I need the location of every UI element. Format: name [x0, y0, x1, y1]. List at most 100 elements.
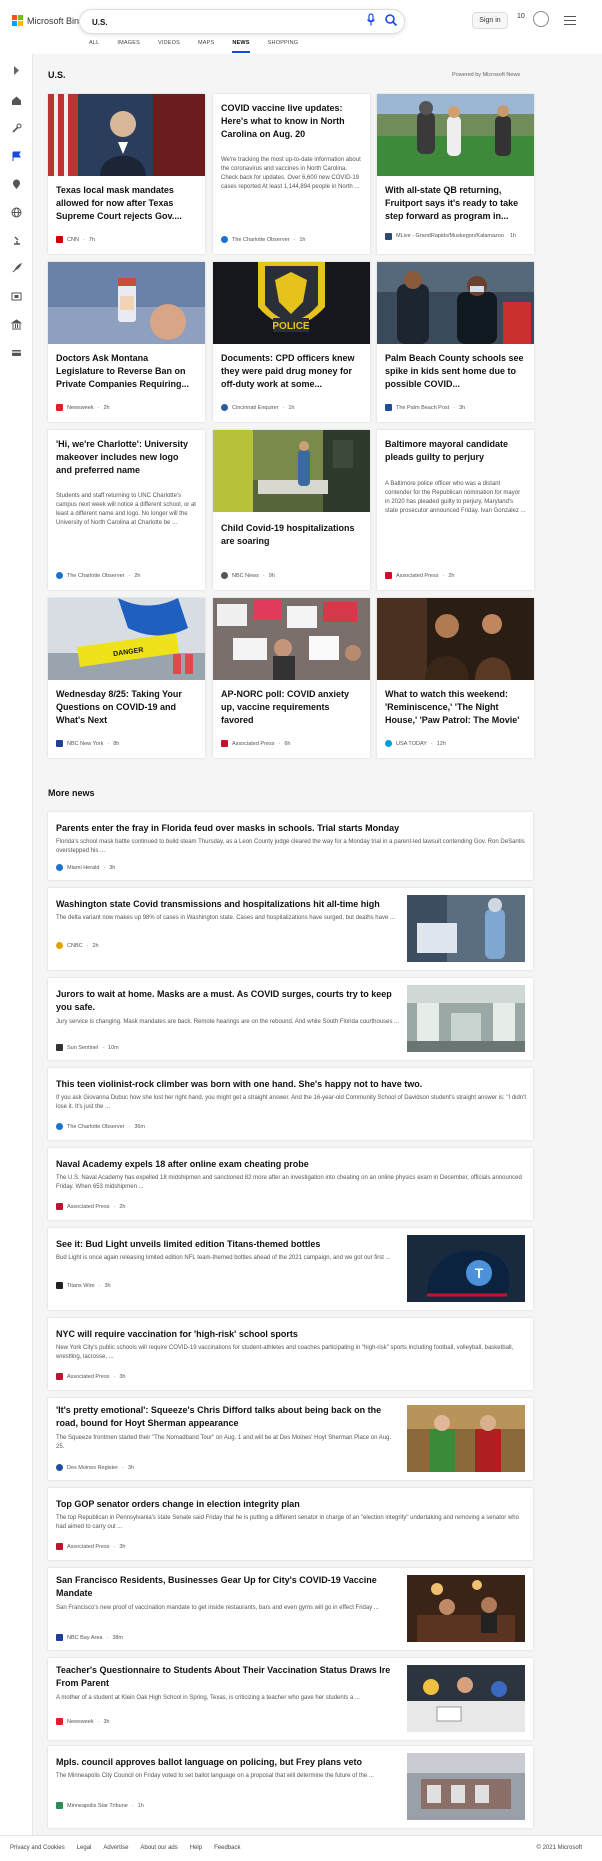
hamburger-menu-icon[interactable]: [564, 16, 576, 25]
news-card[interactable]: With all-state QB returning, Fruitport s…: [377, 94, 534, 254]
news-card[interactable]: Doctors Ask Montana Legislature to Rever…: [48, 262, 205, 422]
news-source[interactable]: Miami Herald · 3h: [56, 864, 115, 871]
tab-shopping[interactable]: SHOPPING: [268, 38, 299, 53]
card-title[interactable]: Wednesday 8/25: Taking Your Questions on…: [56, 688, 197, 728]
news-list-item[interactable]: Mpls. council approves ballot language o…: [48, 1746, 533, 1828]
expand-rail-icon[interactable]: [10, 64, 23, 77]
card-title[interactable]: 'Hi, we're Charlotte': University makeov…: [56, 438, 197, 490]
microphone-icon[interactable]: [366, 13, 376, 27]
news-title[interactable]: Naval Academy expels 18 after online exa…: [56, 1158, 526, 1171]
news-list-item[interactable]: San Francisco Residents, Businesses Gear…: [48, 1568, 533, 1650]
news-source[interactable]: Associated Press · 2h: [56, 1203, 125, 1210]
card-source[interactable]: Associated Press · 2h: [385, 572, 454, 579]
tab-all[interactable]: ALL: [89, 38, 99, 53]
news-list-item[interactable]: 'It's pretty emotional': Squeeze's Chris…: [48, 1398, 533, 1480]
footer-link-advertise[interactable]: Advertise: [103, 1845, 128, 1851]
footer-link-feedback[interactable]: Feedback: [214, 1845, 240, 1851]
footer-link-help[interactable]: Help: [190, 1845, 202, 1851]
sign-in-button[interactable]: Sign in: [472, 12, 508, 29]
news-title[interactable]: 'It's pretty emotional': Squeeze's Chris…: [56, 1404, 401, 1430]
tab-images[interactable]: IMAGES: [117, 38, 140, 53]
news-card[interactable]: Child Covid-19 hospitalizations are soar…: [213, 430, 370, 590]
film-icon[interactable]: [10, 290, 23, 303]
tab-news[interactable]: NEWS: [232, 38, 250, 53]
news-title[interactable]: Teacher's Questionnaire to Students Abou…: [56, 1664, 401, 1690]
news-card[interactable]: Palm Beach County schools see spike in k…: [377, 262, 534, 422]
search-box[interactable]: [79, 9, 405, 34]
news-list-item[interactable]: Washington state Covid transmissions and…: [48, 888, 533, 970]
news-source[interactable]: Titans Wire · 3h: [56, 1282, 111, 1289]
card-source[interactable]: Newsweek · 2h: [56, 404, 110, 411]
card-title[interactable]: Palm Beach County schools see spike in k…: [385, 352, 526, 392]
tab-videos[interactable]: VIDEOS: [158, 38, 180, 53]
bing-logo[interactable]: Microsoft Bing: [12, 15, 84, 26]
bank-icon[interactable]: [10, 318, 23, 331]
card-title[interactable]: COVID vaccine live updates: Here's what …: [221, 102, 362, 154]
rewards-trophy-icon[interactable]: [533, 11, 549, 27]
news-title[interactable]: See it: Bud Light unveils limited editio…: [56, 1238, 401, 1251]
news-title[interactable]: Jurors to wait at home. Masks are a must…: [56, 988, 401, 1014]
news-list-item[interactable]: This teen violinist-rock climber was bor…: [48, 1068, 533, 1140]
news-list-item[interactable]: NYC will require vaccination for 'high-r…: [48, 1318, 533, 1390]
card-title[interactable]: AP-NORC poll: COVID anxiety up, vaccine …: [221, 688, 362, 728]
news-title[interactable]: This teen violinist-rock climber was bor…: [56, 1078, 526, 1091]
wallet-icon[interactable]: [10, 346, 23, 359]
news-title[interactable]: NYC will require vaccination for 'high-r…: [56, 1328, 526, 1341]
news-source[interactable]: NBC Bay Area · 38m: [56, 1634, 123, 1641]
footer-link-legal[interactable]: Legal: [77, 1845, 92, 1851]
card-source[interactable]: NBC New York · 8h: [56, 740, 119, 747]
news-card[interactable]: What to watch this weekend: 'Reminiscenc…: [377, 598, 534, 758]
news-title[interactable]: San Francisco Residents, Businesses Gear…: [56, 1574, 401, 1600]
news-title[interactable]: Mpls. council approves ballot language o…: [56, 1756, 401, 1769]
card-source[interactable]: The Charlotte Observer · 2h: [56, 572, 140, 579]
footer-link-privacy[interactable]: Privacy and Cookies: [10, 1845, 65, 1851]
news-card[interactable]: AP-NORC poll: COVID anxiety up, vaccine …: [213, 598, 370, 758]
card-source[interactable]: NBC News · 9h: [221, 572, 275, 579]
home-icon[interactable]: [10, 94, 23, 107]
news-card[interactable]: DANGER Wednesday 8/25: Taking Your Quest…: [48, 598, 205, 758]
card-title[interactable]: What to watch this weekend: 'Reminiscenc…: [385, 688, 526, 728]
globe-icon[interactable]: [10, 206, 23, 219]
news-list-item[interactable]: Parents enter the fray in Florida feud o…: [48, 812, 533, 880]
news-source[interactable]: Minneapolis Star Tribune · 1h: [56, 1802, 144, 1809]
search-input[interactable]: [92, 15, 342, 29]
rocket-icon[interactable]: [10, 262, 23, 275]
news-source[interactable]: Associated Press · 3h: [56, 1543, 125, 1550]
wrench-icon[interactable]: [10, 122, 23, 135]
microscope-icon[interactable]: [10, 234, 23, 247]
flag-icon[interactable]: [10, 150, 23, 163]
card-title[interactable]: Doctors Ask Montana Legislature to Rever…: [56, 352, 197, 392]
news-card[interactable]: Texas local mask mandates allowed for no…: [48, 94, 205, 254]
news-source[interactable]: Des Moines Register · 3h: [56, 1464, 134, 1471]
news-list-item[interactable]: Teacher's Questionnaire to Students Abou…: [48, 1658, 533, 1740]
rewards-count[interactable]: 10: [517, 13, 525, 20]
location-pin-icon[interactable]: [10, 178, 23, 191]
news-list-item[interactable]: Jurors to wait at home. Masks are a must…: [48, 978, 533, 1060]
card-source[interactable]: MLive - GrandRapids/Muskegon/Kalamazoo 1h: [385, 232, 535, 240]
news-source[interactable]: Sun Sentinel · 10m: [56, 1044, 119, 1051]
news-source[interactable]: Newsweek · 3h: [56, 1718, 110, 1725]
news-list-item[interactable]: See it: Bud Light unveils limited editio…: [48, 1228, 533, 1310]
card-source[interactable]: The Charlotte Observer · 1h: [221, 236, 305, 243]
card-source[interactable]: Associated Press · 6h: [221, 740, 290, 747]
news-card[interactable]: POLICE Documents: CPD officers knew they…: [213, 262, 370, 422]
news-card[interactable]: COVID vaccine live updates: Here's what …: [213, 94, 370, 254]
card-source[interactable]: CNN · 7h: [56, 236, 95, 243]
tab-maps[interactable]: MAPS: [198, 38, 214, 53]
card-source[interactable]: USA TODAY · 12h: [385, 740, 446, 747]
news-list-item[interactable]: Top GOP senator orders change in electio…: [48, 1488, 533, 1560]
card-title[interactable]: Baltimore mayoral candidate pleads guilt…: [385, 438, 526, 466]
news-list-item[interactable]: Naval Academy expels 18 after online exa…: [48, 1148, 533, 1220]
news-title[interactable]: Parents enter the fray in Florida feud o…: [56, 822, 526, 835]
card-title[interactable]: With all-state QB returning, Fruitport s…: [385, 184, 526, 224]
news-card[interactable]: Baltimore mayoral candidate pleads guilt…: [377, 430, 534, 590]
footer-link-about-ads[interactable]: About our ads: [140, 1845, 177, 1851]
card-source[interactable]: The Palm Beach Post · 3h: [385, 404, 465, 411]
powered-by-label[interactable]: Powered by Microsoft News: [452, 72, 520, 78]
news-source[interactable]: CNBC · 2h: [56, 942, 99, 949]
card-source[interactable]: Cincinnati Enquirer · 1h: [221, 404, 294, 411]
card-title[interactable]: Child Covid-19 hospitalizations are soar…: [221, 522, 362, 550]
news-card[interactable]: 'Hi, we're Charlotte': University makeov…: [48, 430, 205, 590]
news-source[interactable]: Associated Press · 3h: [56, 1373, 125, 1380]
news-title[interactable]: Washington state Covid transmissions and…: [56, 898, 401, 911]
